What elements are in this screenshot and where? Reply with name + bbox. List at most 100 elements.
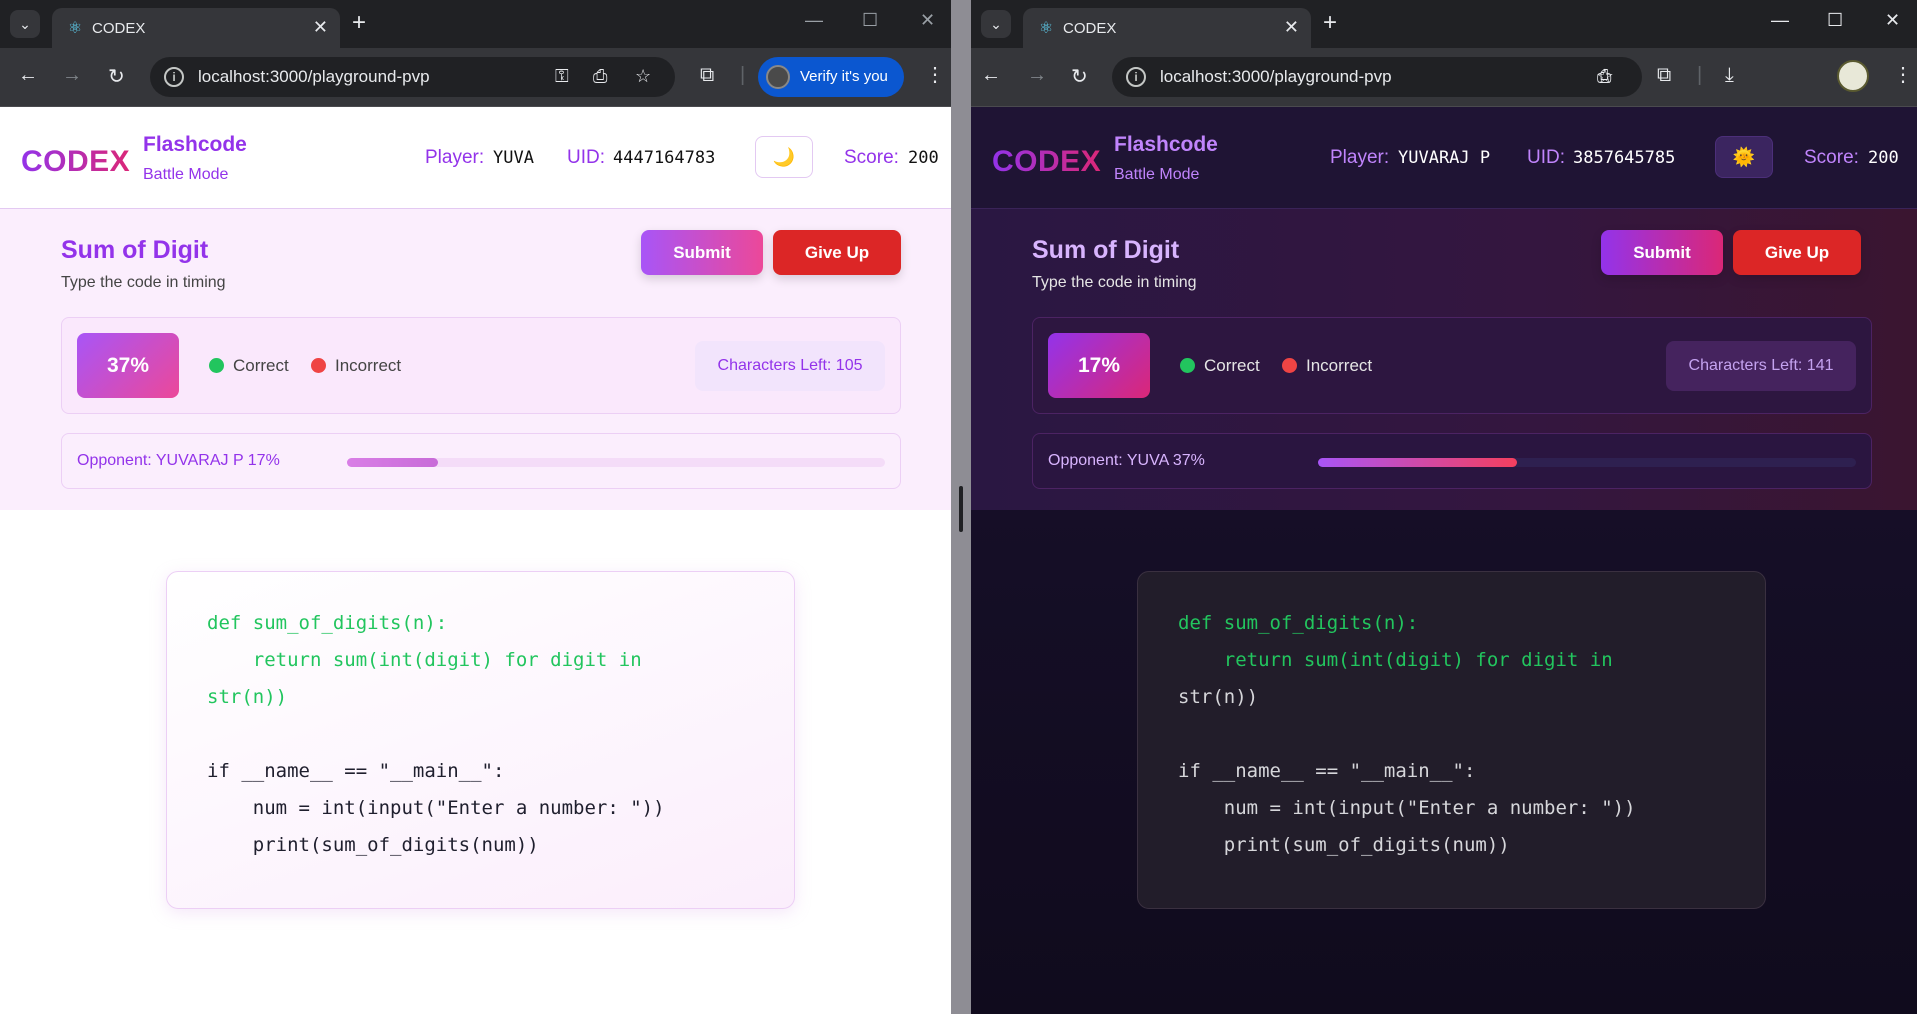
uid-label: UID: [1527,147,1565,168]
correct-legend: Correct [233,356,289,375]
characters-left-badge: Characters Left: 141 [1666,341,1856,391]
menu-dots-icon[interactable]: ⋮ [925,62,945,87]
tab-search-button[interactable]: ⌄ [10,10,40,38]
browser-tab-codex[interactable]: ⚛ CODEX ✕ [52,8,340,48]
toolbar-separator: | [1697,64,1703,86]
url-text[interactable]: localhost:3000/playground-pvp [1160,67,1392,87]
toolbar-separator: | [740,64,746,86]
player-name: YUVA [493,148,534,168]
incorrect-legend: Incorrect [1306,356,1373,375]
menu-dots-icon[interactable]: ⋮ [1893,62,1913,87]
forward-icon[interactable]: → [1027,64,1047,87]
opponent-label: Opponent: YUVA 37% [1048,452,1205,469]
app-header: CODEX Flashcode Battle Mode Player: YUVA… [0,107,951,209]
site-info-icon[interactable]: i [1126,67,1146,87]
uid-label: UID: [567,147,605,168]
code-line: num = int(input("Enter a number: ")) [1178,797,1636,819]
react-icon: ⚛ [67,20,83,37]
key-icon[interactable]: ⚿ [555,66,569,87]
correct-legend: Correct [1204,356,1260,375]
theme-toggle-button[interactable]: 🌙 [755,136,813,178]
give-up-button[interactable]: Give Up [1733,230,1861,275]
reload-icon[interactable]: ↻ [1071,64,1088,89]
mode-label: Battle Mode [143,166,229,183]
extensions-icon[interactable]: ⧉ [700,64,714,87]
address-bar[interactable]: i localhost:3000/playground-pvp ⎙ [1112,57,1642,97]
split-divider[interactable] [951,0,971,1014]
drag-handle[interactable] [959,486,963,532]
problem-title: Sum of Digit [1032,236,1180,264]
code-line: if __name__ == "__main__": [1178,760,1476,782]
close-window-icon[interactable]: ✕ [920,10,935,31]
new-tab-button[interactable]: + [1323,10,1337,36]
app-page: CODEX Flashcode Battle Mode Player: YUVA… [0,107,951,1014]
maximize-icon[interactable]: ☐ [862,10,878,31]
back-icon[interactable]: ← [18,64,38,87]
player-label: Player: [1330,147,1390,168]
close-tab-icon[interactable]: ✕ [313,17,328,38]
reload-icon[interactable]: ↻ [108,64,125,89]
download-icon[interactable]: ⤓ [1725,64,1734,87]
problem-subtitle: Type the code in timing [1032,274,1197,291]
close-window-icon[interactable]: ✕ [1885,10,1900,31]
profile-avatar[interactable] [1837,60,1869,92]
forward-icon[interactable]: → [62,64,82,87]
tab-search-button[interactable]: ⌄ [981,10,1011,38]
give-up-button[interactable]: Give Up [773,230,901,275]
moon-icon: 🌙 [772,147,796,167]
extensions-icon[interactable]: ⧉ [1657,64,1671,87]
browser-chrome: ⌄ ⚛ CODEX ✕ + — ☐ ✕ ← → ↻ i localhost:30… [0,0,951,107]
problem-title: Sum of Digit [61,236,209,264]
browser-tab-codex[interactable]: ⚛ CODEX ✕ [1023,8,1311,48]
opponent-progress-card: Opponent: YUVARAJ P 17% [61,433,901,489]
code-line: print(sum_of_digits(num)) [1178,834,1510,856]
new-tab-button[interactable]: + [352,10,366,36]
code-line: num = int(input("Enter a number: ")) [207,797,665,819]
codex-logo[interactable]: CODEX [21,145,130,179]
browser-chrome: ⌄ ⚛ CODEX ✕ + — ☐ ✕ ← → ↻ i localhost:30… [971,0,1917,107]
code-line: if __name__ == "__main__": [207,760,505,782]
install-app-icon[interactable]: ⎙ [593,66,607,87]
incorrect-legend: Incorrect [335,356,402,375]
incorrect-dot-icon [311,358,326,373]
tab-title: CODEX [92,20,146,37]
toolbar: ← → ↻ i localhost:3000/playground-pvp ⚿ … [0,48,951,107]
site-info-icon[interactable]: i [164,67,184,87]
close-tab-icon[interactable]: ✕ [1284,17,1299,38]
opponent-progress-card: Opponent: YUVA 37% [1032,433,1872,489]
code-display[interactable]: def sum_of_digits(n): return sum(int(dig… [1137,571,1766,909]
maximize-icon[interactable]: ☐ [1827,10,1843,31]
tab-title: CODEX [1063,20,1117,37]
address-bar[interactable]: i localhost:3000/playground-pvp ⚿ ⎙ ☆ [150,57,675,97]
codex-logo[interactable]: CODEX [992,145,1101,179]
url-text[interactable]: localhost:3000/playground-pvp [198,67,430,87]
progress-percent-badge: 37% [77,333,179,398]
opponent-progress-track [347,458,885,467]
react-icon: ⚛ [1038,20,1054,37]
brand-title: Flashcode [143,133,247,156]
tab-strip: ⌄ ⚛ CODEX ✕ + — ☐ ✕ [971,0,1917,48]
score-value: 200 [1868,148,1899,168]
opponent-label: Opponent: YUVARAJ P 17% [77,452,280,469]
avatar [766,65,790,89]
code-display[interactable]: def sum_of_digits(n): return sum(int(dig… [166,571,795,909]
submit-button[interactable]: Submit [1601,230,1723,275]
player-name: YUVARAJ P [1398,148,1491,168]
opponent-progress-track [1318,458,1856,467]
star-icon[interactable]: ☆ [1596,64,1614,89]
code-line: return sum(int(digit) for digit in [1178,649,1613,671]
submit-button[interactable]: Submit [641,230,763,275]
brand-title: Flashcode [1114,133,1218,156]
minimize-icon[interactable]: — [805,10,823,31]
theme-toggle-button[interactable]: 🌞 [1715,136,1773,178]
verify-identity-button[interactable]: Verify it's you [758,57,904,97]
minimize-icon[interactable]: — [1771,10,1789,31]
chevron-down-icon: ⌄ [19,16,31,32]
chevron-down-icon: ⌄ [990,16,1002,32]
back-icon[interactable]: ← [981,64,1001,87]
app-header: CODEX Flashcode Battle Mode Player: YUVA… [971,107,1917,209]
uid-value: 4447164783 [613,148,716,168]
score-label: Score: [844,147,899,168]
star-icon[interactable]: ☆ [635,66,651,87]
code-line: str(n)) [207,686,288,708]
